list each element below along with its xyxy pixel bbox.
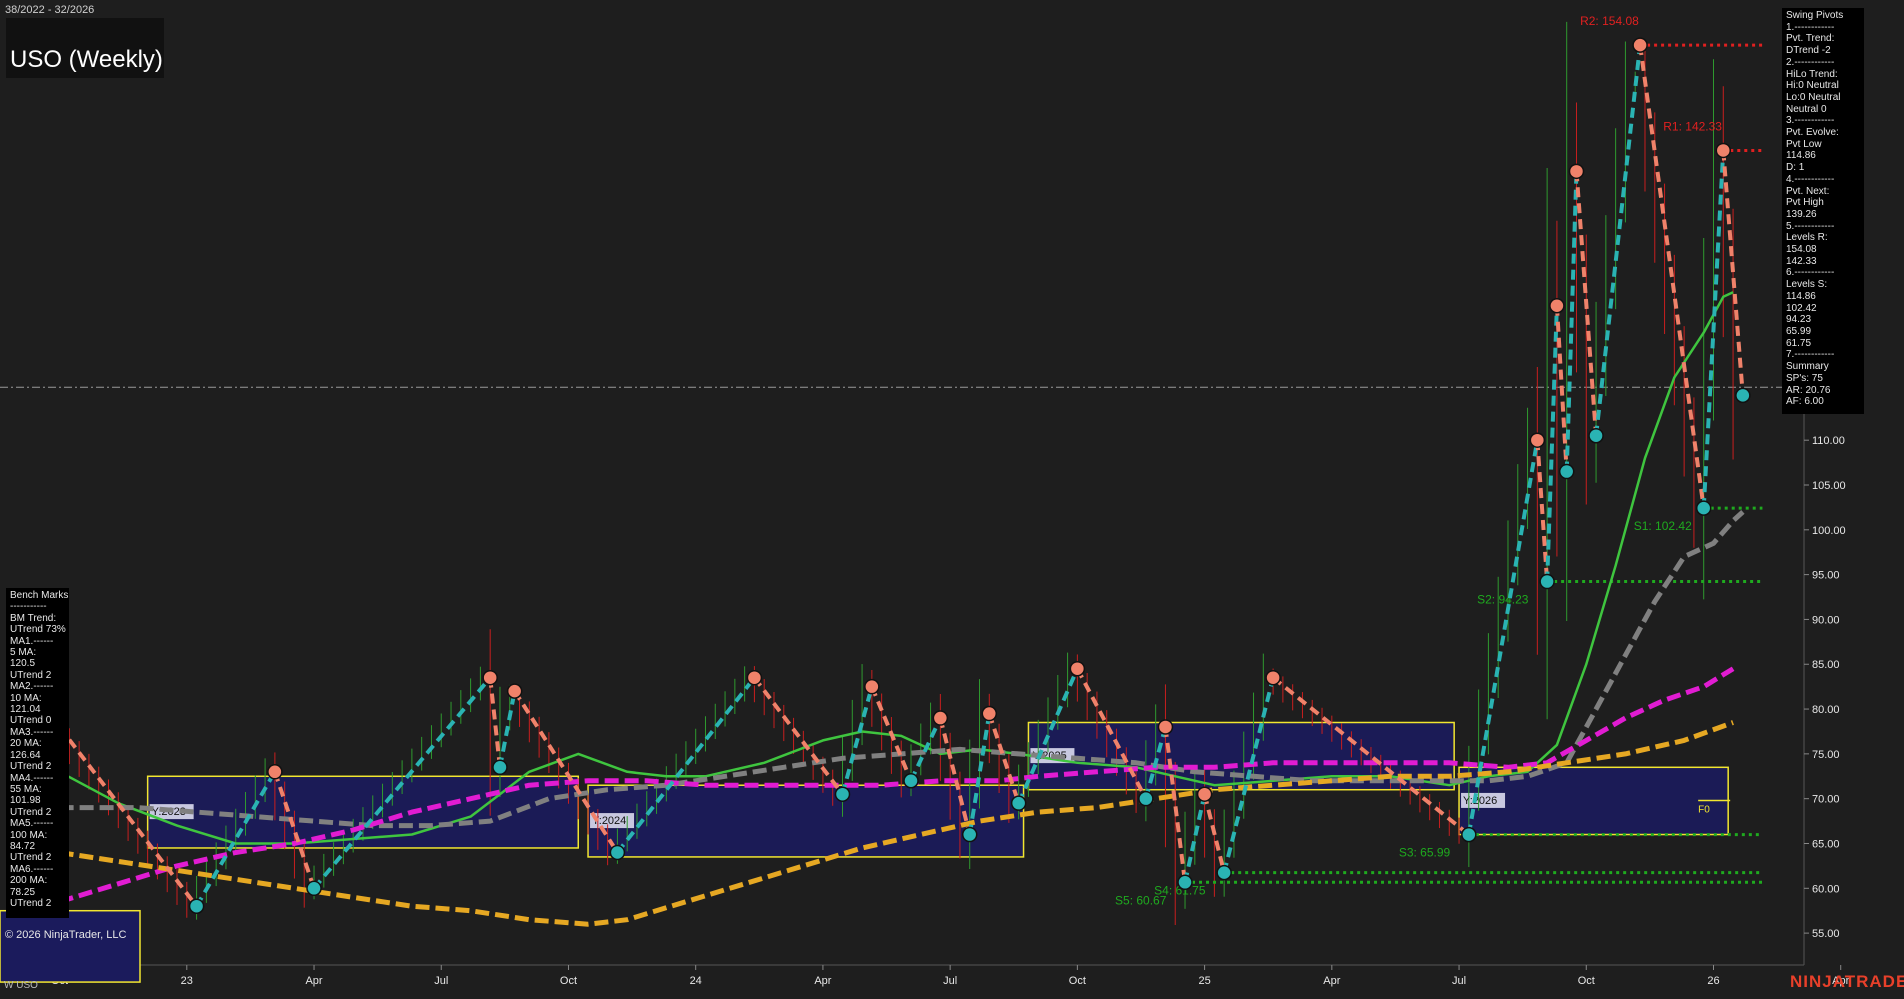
swing-leg [1594,44,1643,436]
y-tick-label: 90.00 [1812,614,1840,626]
swing-pivot-marker [1529,432,1546,448]
x-tick-label: Oct [560,975,577,987]
level-label: S3: 65.99 [1399,846,1451,860]
swing-pivot-marker [1632,37,1648,53]
swing-pivot-marker [834,786,851,802]
x-tick-label: 26 [1707,975,1719,987]
y-tick-label: 55.00 [1812,928,1840,940]
swing-pivot-marker [1695,500,1712,516]
level-label: S1: 102.42 [1634,519,1692,533]
y-tick-label: 105.00 [1812,480,1846,492]
year-box-2022 [0,909,141,983]
x-tick-label: 25 [1198,975,1210,987]
swing-pivot-marker [1069,660,1086,677]
swing-pivot-marker [864,678,880,695]
swing-pivot-marker [1539,573,1555,590]
swing-leg [752,676,845,796]
swing-pivot-marker [1715,142,1732,159]
y-tick-label: 110.00 [1812,435,1845,447]
date-range-label: 38/2022 - 32/2026 [5,4,95,16]
swing-pivot-marker [746,669,763,686]
swing-pivot-marker [961,826,978,843]
x-tick-label: Jul [1452,975,1466,987]
x-tick-label: Apr [305,975,322,987]
x-tick-label: Jul [943,975,957,987]
swing-pivot-marker [267,764,283,780]
y-tick-label: 80.00 [1812,704,1840,716]
swing-pivot-marker [1735,387,1751,404]
swing-pivot-marker [1558,463,1575,480]
swing-pivot-marker [1138,790,1154,807]
swing-leg [1554,305,1569,472]
x-tick-label: Apr [814,975,831,987]
ma-line-ma10 [59,291,1734,845]
swing-pivot-marker [903,773,919,789]
swing-pivot-marker [1177,874,1193,891]
swing-pivot-marker [981,705,998,722]
x-tick-label: Jul [434,975,448,987]
y-tick-label: 100.00 [1812,525,1846,537]
y-tick-label: 75.00 [1812,749,1840,761]
swing-pivot-marker [932,710,949,726]
x-tick-label: Apr [1323,975,1340,987]
x-tick-label: Oct [1069,975,1086,987]
copyright: © 2026 NinjaTrader, LLC [5,929,127,941]
swing-pivot-marker [1265,669,1281,686]
instrument-label: W USO [4,980,38,991]
swing-leg [1564,171,1579,472]
chart-title: USO (Weekly) [10,46,163,73]
fo-label: F0 [1698,804,1710,815]
swing-leg [1545,305,1559,582]
swing-leg [840,686,874,795]
swing-pivot-marker [1568,163,1585,180]
x-tick-label: 24 [690,975,702,987]
swing-pivot-marker [188,898,205,914]
swing-pivot-marker [306,880,322,897]
brand-logo: NINJATRADER [1790,972,1904,991]
y-tick-label: 85.00 [1812,659,1840,671]
swing-pivot-marker [482,669,498,686]
y-tick-label: 70.00 [1812,794,1840,806]
y-tick-label: 65.00 [1812,838,1840,850]
swing-leg [488,677,502,768]
level-label: S2: 94.23 [1477,593,1529,607]
swing-pivot-marker [1196,786,1213,802]
x-tick-label: 23 [181,975,193,987]
price-chart[interactable]: 55.00 60.00 65.00 70.00 75.00 80.00 85.00 90.00… [0,0,1904,994]
swing-pivot-marker [492,759,508,776]
y-tick-label: 95.00 [1812,570,1840,582]
bench-marks-panel: Bench Marks ----------- BM Trend: UTrend… [6,588,69,918]
swing-pivot-marker [1216,864,1232,881]
level-label: S5: 60.67 [1115,893,1167,907]
swing-pivot-marker [1461,826,1477,843]
swing-pivot-marker [506,683,523,699]
swing-pivot-marker [1157,719,1174,735]
swing-pivot-marker [609,844,626,861]
year-box [587,784,1025,858]
level-label: R1: 142.33 [1663,119,1722,133]
swing-leg [1535,440,1550,582]
swing-leg [498,690,517,768]
level-label: R2: 154.08 [1580,14,1639,28]
swing-pivot-marker [1010,795,1027,811]
chart-area[interactable]: 55.00 60.00 65.00 70.00 75.00 80.00 85.00 90.00… [0,0,1904,994]
x-tick-label: Oct [1578,975,1595,987]
year-box-label: Y:2026 [1463,795,1497,807]
swing-pivot-marker [1549,298,1565,314]
y-tick-label: 60.00 [1812,883,1840,895]
swing-pivots-panel: Swing Pivots 1.------------ Pvt. Trend: … [1782,8,1864,414]
swing-pivot-marker [1588,427,1604,444]
